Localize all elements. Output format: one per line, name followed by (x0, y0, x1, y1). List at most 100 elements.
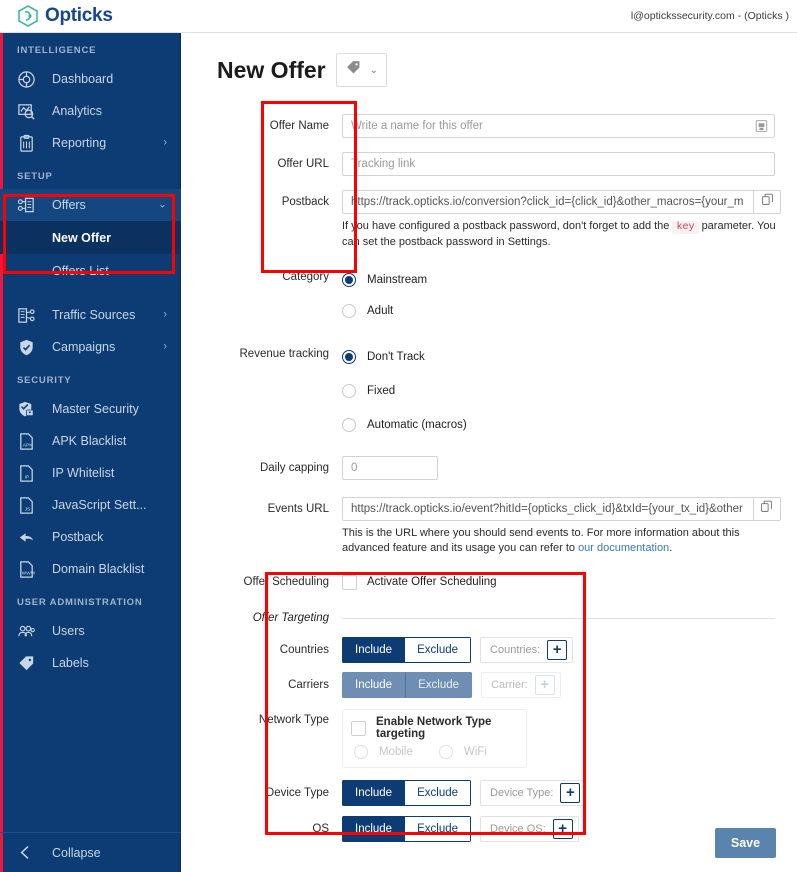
checkbox-activate-offer-scheduling[interactable]: Activate Offer Scheduling (342, 570, 775, 594)
brand[interactable]: Opticks (0, 5, 181, 27)
field-row-offer-name: Offer Name Write a name for this offer (182, 114, 797, 138)
radio-label: Automatic (macros) (367, 418, 467, 431)
device-type-picker-label: Device Type: (490, 787, 554, 800)
targeting-row-countries: Countries Include Exclude Countries: + (182, 637, 797, 664)
hexagon-logo-icon (18, 5, 38, 27)
os-picker: Device OS: + (480, 816, 579, 843)
postback-helper-prefix: If you have configured a postback passwo… (342, 220, 670, 232)
plus-icon[interactable]: + (560, 783, 581, 804)
chevron-right-icon: › (163, 308, 167, 321)
apk-file-icon: APK (17, 431, 41, 451)
tag-icon (345, 59, 362, 81)
plus-icon[interactable]: + (547, 640, 568, 661)
page-header: New Offer ⌄ (182, 33, 797, 87)
brand-name: Opticks (45, 5, 113, 26)
sidebar-item-label: Postback (52, 530, 104, 544)
radio-category-adult[interactable]: Adult (342, 296, 775, 326)
our-documentation-link[interactable]: our documentation (578, 542, 669, 554)
sidebar-collapse-button[interactable]: Collapse (0, 832, 181, 872)
sidebar-item-label: Master Security (52, 402, 139, 416)
checkbox-icon (342, 574, 357, 590)
svg-text:IP: IP (25, 474, 30, 480)
sidebar-item-javascript-settings[interactable]: JS JavaScript Sett... (0, 489, 181, 521)
radio-revenue-dont-track[interactable]: Don't Track (342, 342, 775, 372)
offer-scheduling-label: Offer Scheduling (243, 576, 329, 589)
postback-url-input[interactable]: https://track.opticks.io/conversion?clic… (342, 190, 755, 214)
checkbox-enable-network-type[interactable]: Enable Network Type targeting (351, 716, 516, 740)
offer-name-input[interactable]: Write a name for this offer (342, 114, 775, 138)
events-url-copy-button[interactable] (753, 496, 781, 521)
sidebar-item-label: Domain Blacklist (52, 562, 145, 576)
sidebar-item-reporting[interactable]: Reporting › (0, 127, 181, 159)
countries-picker: Countries: + (480, 637, 574, 664)
events-url-input[interactable]: https://track.opticks.io/event?hitId={op… (342, 496, 754, 521)
radio-label: WiFi (463, 746, 487, 759)
sidebar-item-offers-list[interactable]: Offers List (0, 254, 181, 287)
sidebar-item-domain-blacklist[interactable]: WWW Domain Blacklist (0, 553, 181, 585)
plus-icon[interactable]: + (552, 819, 573, 840)
radio-revenue-automatic[interactable]: Automatic (macros) (342, 410, 775, 440)
radio-category-mainstream[interactable]: Mainstream (342, 265, 775, 295)
targeting-row-device-type: Device Type Include Exclude Device Type:… (182, 780, 797, 807)
account-label[interactable]: l@optickssecurity.com - (Opticks ) (631, 10, 797, 22)
sidebar-item-apk-blacklist[interactable]: APK APK Blacklist (0, 425, 181, 457)
checkbox-icon (351, 720, 366, 736)
radio-dot-icon (354, 745, 368, 760)
countries-label: Countries (279, 644, 329, 657)
sidebar-item-ip-whitelist[interactable]: IP IP Whitelist (0, 457, 181, 489)
save-disk-icon[interactable] (755, 120, 768, 133)
countries-exclude-button[interactable]: Exclude (405, 637, 472, 664)
analytics-chart-icon (17, 101, 41, 121)
sidebar-item-master-security[interactable]: Master Security (0, 393, 181, 425)
events-url-helper-text: This is the URL where you should send ev… (342, 526, 781, 557)
sidebar-item-label: IP Whitelist (52, 466, 115, 480)
sidebar-item-offers[interactable]: Offers ⌄ (0, 189, 181, 221)
sidebar-item-new-offer[interactable]: New Offer (0, 221, 181, 254)
os-include-button[interactable]: Include (342, 816, 406, 843)
chevron-down-icon: ⌄ (157, 198, 167, 211)
radio-revenue-fixed[interactable]: Fixed (342, 376, 775, 406)
tag-dropdown-button[interactable]: ⌄ (335, 53, 388, 87)
radio-dot-icon (342, 417, 356, 432)
postback-arrow-icon (17, 527, 41, 547)
sidebar-item-campaigns[interactable]: Campaigns › (0, 331, 181, 363)
app-root: Opticks l@optickssecurity.com - (Opticks… (0, 0, 797, 872)
sidebar-item-users[interactable]: Users (0, 615, 181, 647)
device-type-include-button[interactable]: Include (342, 780, 406, 807)
radio-network-wifi: WiFi (438, 745, 487, 760)
os-exclude-button[interactable]: Exclude (405, 816, 472, 843)
countries-include-button[interactable]: Include (342, 637, 406, 664)
sidebar-item-dashboard[interactable]: Dashboard (0, 63, 181, 95)
save-button[interactable]: Save (715, 828, 776, 858)
field-row-offer-scheduling: Offer Scheduling Activate Offer Scheduli… (182, 570, 797, 594)
js-file-icon: JS (17, 495, 41, 515)
postback-key-chip: key (672, 221, 699, 234)
field-row-category: Category Mainstream Adult (182, 265, 797, 326)
sidebar-item-labels[interactable]: Labels (0, 647, 181, 679)
offer-url-input[interactable]: Tracking link (342, 152, 775, 176)
device-type-label: Device Type (265, 787, 329, 800)
postback-helper-text: If you have configured a postback passwo… (342, 219, 781, 251)
main-content: New Offer ⌄ Offer Name Write a name for … (182, 33, 797, 872)
sidebar-item-traffic-sources[interactable]: Traffic Sources › (0, 299, 181, 331)
chevron-down-icon: ⌄ (369, 64, 379, 76)
offer-url-label: Offer URL (277, 158, 329, 170)
daily-capping-input[interactable]: 0 (342, 455, 438, 480)
svg-text:JS: JS (25, 506, 31, 512)
radio-label: Mobile (379, 746, 413, 759)
category-label: Category (282, 270, 329, 283)
checkbox-label: Activate Offer Scheduling (367, 576, 497, 589)
sidebar-item-analytics[interactable]: Analytics (0, 95, 181, 127)
traffic-sources-icon (17, 305, 41, 325)
sidebar-item-label: Traffic Sources (52, 308, 136, 322)
sidebar-item-label: Users (52, 624, 85, 638)
device-type-exclude-button[interactable]: Exclude (405, 780, 472, 807)
dashboard-pie-icon (17, 69, 41, 89)
postback-copy-button[interactable] (754, 190, 782, 214)
sidebar-subitem-label: New Offer (52, 230, 112, 245)
carriers-label: Carriers (288, 679, 329, 692)
sidebar-item-postback[interactable]: Postback (0, 521, 181, 553)
copy-icon (760, 500, 773, 518)
carriers-picker: Carrier: + (481, 672, 561, 699)
checkbox-label: Enable Network Type targeting (376, 716, 492, 741)
